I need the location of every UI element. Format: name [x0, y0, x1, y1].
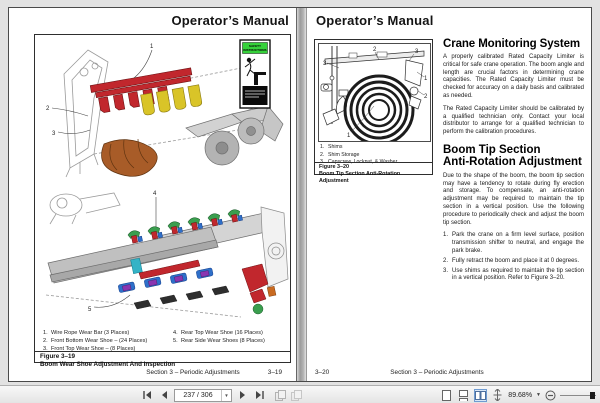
- legend-item: 4. Rear Top Wear Shoe (16 Places): [173, 330, 263, 336]
- callout-number: 4: [153, 191, 157, 197]
- caption-divider: [315, 162, 432, 163]
- previous-page-button[interactable]: [157, 389, 171, 402]
- single-page-view-button[interactable]: [440, 389, 453, 402]
- figure-number: Figure 3–20: [319, 164, 349, 170]
- heading-crane-monitoring-system: Crane Monitoring System: [443, 38, 580, 50]
- shim-hardware: [320, 75, 349, 126]
- legend-item: 1. Wire Rope Wear Bar (3 Places): [43, 330, 130, 336]
- continuous-scroll-view-button[interactable]: [457, 389, 470, 402]
- callout-number: 2: [424, 94, 428, 100]
- callout-number: 1: [347, 133, 351, 139]
- zoom-percentage-label[interactable]: 89.68%: [508, 392, 532, 399]
- boom-tip-sheave-diagram: 3 2 3 1 2 1: [318, 43, 431, 142]
- boom-base-red-bracket: [241, 263, 269, 304]
- page-gutter: [296, 8, 307, 381]
- figure-title: Boom Tip Section Anti-Rotation Adjustmen…: [319, 171, 401, 185]
- legend-item: 1. Shims: [320, 144, 343, 150]
- footer-section-label: Section 3 – Periodic Adjustments: [390, 369, 484, 376]
- view-history-group: [273, 389, 303, 402]
- callout-number: 3: [52, 131, 56, 137]
- pdf-viewer-window: Operator’s Manual 1 2 3 SAFETY INSTRUCTI…: [0, 0, 600, 403]
- zoom-slider-handle[interactable]: [590, 391, 595, 399]
- callout-number: 2: [373, 47, 377, 53]
- figure-3-20-caption: Figure 3–20 Boom Tip Section Anti-Rotati…: [319, 164, 431, 185]
- legend-item: 5. Rear Side Wear Shoes (8 Places): [173, 337, 265, 344]
- step-item: 3. Use shims as required to maintain the …: [443, 267, 584, 282]
- boom-sections-wear-pad-diagram: 4 5: [45, 191, 289, 318]
- next-page-button[interactable]: [235, 389, 249, 402]
- manual-page-right: Operator’s Manual 3 2 3 1 2 1 1. Shims 2…: [307, 8, 591, 381]
- callout-number: 5: [88, 307, 92, 313]
- callout-number: 2: [46, 106, 50, 112]
- zoom-out-button[interactable]: [545, 389, 556, 402]
- page-number-dropdown-button[interactable]: ▼: [221, 389, 231, 401]
- footer-page-number: 3–20: [315, 369, 330, 376]
- sheave-assembly: [185, 105, 284, 166]
- paragraph: Due to the shape of the boom, the boom t…: [443, 172, 584, 226]
- safety-label-title-line2: INSTRUCTIONS: [243, 48, 266, 52]
- safety-instructions-label: SAFETY INSTRUCTIONS: [239, 39, 271, 109]
- previous-view-button[interactable]: [273, 389, 287, 402]
- fit-height-view-button[interactable]: [491, 389, 504, 402]
- figure-3-19-box: 1 2 3 SAFETY INSTRUCTIONS 4 5 1. Wire Ro…: [34, 34, 291, 368]
- legend-item: 2. Front Bottom Wear Shoe – (24 Places): [43, 337, 148, 344]
- viewer-bottom-toolbar: ▼: [0, 385, 600, 403]
- footer-section-label: Section 3 – Periodic Adjustments: [146, 369, 240, 376]
- tip-bracket: [404, 59, 424, 110]
- bottom-dark-shoes: [133, 285, 230, 310]
- last-page-button[interactable]: [252, 389, 266, 402]
- figure-3-19-legend: 1. Wire Rope Wear Bar (3 Places) 2. Front …: [43, 330, 287, 353]
- orange-pad: [266, 285, 277, 297]
- callout-number: 1: [150, 44, 154, 50]
- legend-item: 2. Shim Storage: [320, 151, 360, 158]
- sheave-grooves: [343, 74, 415, 141]
- page-header-title: Operator’s Manual: [171, 13, 289, 28]
- zoom-dropdown-caret[interactable]: ▼: [536, 392, 541, 398]
- paragraph: The Rated Capacity Limiter should be cal…: [443, 105, 584, 136]
- caption-divider: [35, 351, 290, 352]
- document-sheet: Operator’s Manual 1 2 3 SAFETY INSTRUCTI…: [8, 7, 592, 382]
- step-item: 1. Park the crane on a firm level surface…: [443, 232, 584, 254]
- two-page-view-button[interactable]: [474, 388, 488, 402]
- green-knob: [252, 303, 264, 315]
- body-text-column: Crane Monitoring System A properly calib…: [443, 38, 584, 285]
- page-navigation-group: ▼: [140, 388, 303, 402]
- procedure-steps: 1. Park the crane on a firm level surface…: [443, 232, 584, 283]
- heading-boom-tip-section: Boom Tip Section Anti-Rotation Adjustmen…: [443, 143, 582, 169]
- boom-base-wear-shoe-diagram: 1 2 3 SAFETY INSTRUCTIONS: [46, 39, 284, 178]
- figure-3-19-caption: Figure 3–19 Boom Wear Shoe Adjustment An…: [40, 353, 175, 369]
- next-view-button[interactable]: [289, 389, 303, 402]
- figure-3-20-box: 3 2 3 1 2 1 1. Shims 2. Shim Storage 3. Cap…: [314, 39, 433, 184]
- zoom-slider[interactable]: [560, 391, 596, 399]
- page-number-box: ▼: [174, 388, 232, 402]
- manual-page-left: Operator’s Manual 1 2 3 SAFETY INSTRUCTI…: [9, 8, 296, 381]
- step-item: 2. Fully retract the boom and place it at…: [443, 257, 580, 264]
- callout-number: 1: [424, 76, 428, 82]
- first-page-button[interactable]: [140, 389, 154, 402]
- footer-page-number: 3–19: [267, 369, 282, 376]
- page-header-title: Operator’s Manual: [316, 13, 434, 28]
- paragraph: A properly calibrated Rated Capacity Lim…: [443, 54, 584, 99]
- red-wear-rail: [138, 259, 201, 280]
- figure-number: Figure 3–19: [40, 353, 75, 360]
- page-number-input[interactable]: [175, 389, 221, 401]
- zoom-and-view-group: 89.68% ▼: [440, 388, 596, 402]
